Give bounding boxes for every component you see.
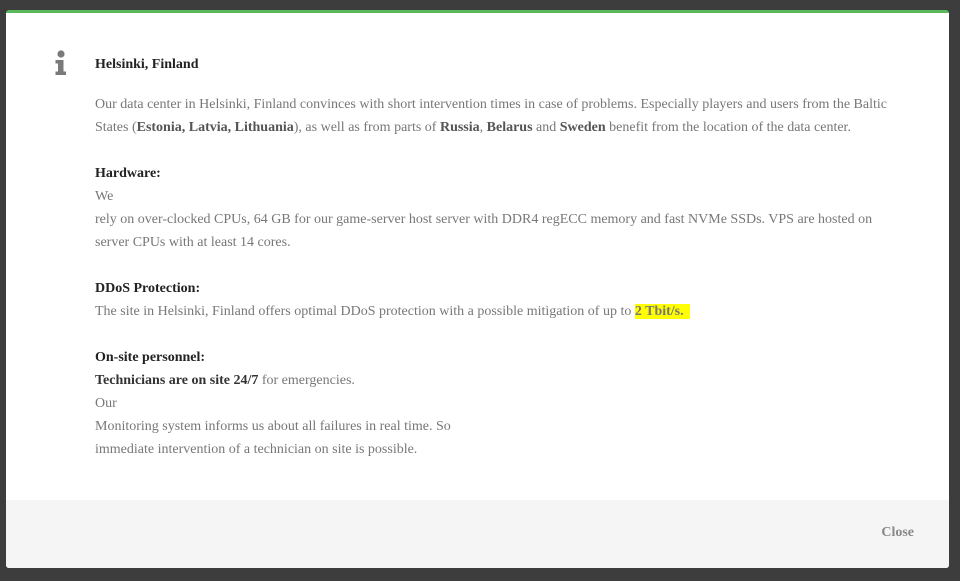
modal-title: Helsinki, Finland [95, 57, 199, 72]
ddos-heading: DDoS Protection: [95, 281, 201, 296]
modal-content: Helsinki, Finland Our data center in Hel… [95, 53, 895, 461]
belarus-text: Belarus [486, 120, 533, 135]
baltic-states-text: Estonia, Latvia, Lithuania [136, 120, 294, 135]
ddos-text: The site in Helsinki, Finland offers opt… [95, 304, 635, 319]
modal-body: Helsinki, Finland Our data center in Hel… [6, 13, 949, 500]
technicians-on-site-text: Technicians are on site 24/7 [95, 373, 259, 388]
personnel-heading: On-site personnel: [95, 350, 206, 365]
sweden-text: Sweden [559, 120, 606, 135]
intro-text: and [532, 120, 560, 135]
intro-text: , [479, 120, 487, 135]
info-icon [55, 50, 66, 75]
personnel-line-2: Our [95, 396, 117, 411]
personnel-line-3: Monitoring system informs us about all f… [95, 419, 451, 434]
hardware-line-1: We [95, 189, 114, 204]
modal-footer: Close [6, 500, 949, 568]
location-info-modal: Helsinki, Finland Our data center in Hel… [6, 10, 949, 568]
close-button[interactable]: Close [881, 525, 914, 541]
personnel-line-4: immediate intervention of a technician o… [95, 442, 418, 457]
ddos-paragraph: The site in Helsinki, Finland offers opt… [95, 300, 895, 323]
personnel-text: for emergencies. [258, 373, 355, 388]
intro-paragraph: Our data center in Helsinki, Finland con… [95, 93, 895, 139]
hardware-heading: Hardware: [95, 166, 161, 181]
personnel-line-1: Technicians are on site 24/7 for emergen… [95, 369, 895, 392]
intro-text: ), as well as from parts of [293, 120, 440, 135]
russia-text: Russia [439, 120, 480, 135]
hardware-line-2: rely on over-clocked CPUs, 64 GB for our… [95, 212, 873, 250]
intro-text: benefit from the location of the data ce… [605, 120, 851, 135]
ddos-mitigation-highlight: 2 Tbit/s. [634, 304, 690, 319]
